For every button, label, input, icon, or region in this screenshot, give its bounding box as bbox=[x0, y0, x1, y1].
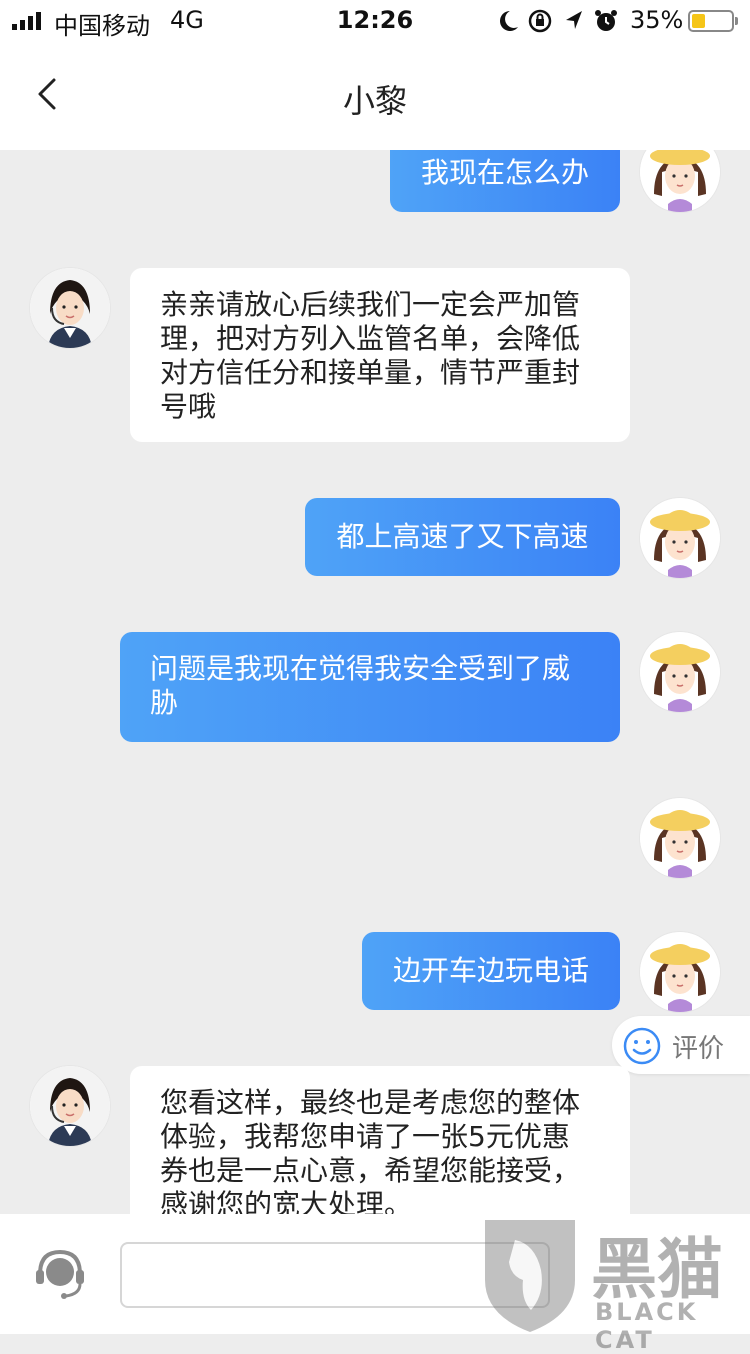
user-avatar-icon bbox=[640, 798, 720, 878]
user-avatar-art bbox=[640, 498, 720, 578]
page-title: 小黎 bbox=[342, 82, 407, 120]
customer-service-icon[interactable] bbox=[30, 1244, 90, 1304]
user-avatar-icon bbox=[640, 632, 720, 712]
blackcat-shield-logo bbox=[485, 1220, 575, 1332]
user-avatar[interactable] bbox=[640, 798, 720, 878]
user-avatar-art bbox=[640, 150, 720, 212]
user-avatar[interactable] bbox=[640, 932, 720, 1012]
user-avatar[interactable] bbox=[640, 150, 720, 212]
user-avatar-art bbox=[640, 932, 720, 1012]
alarm-icon bbox=[595, 10, 617, 31]
chat-header: 小黎 bbox=[0, 42, 750, 150]
user-avatar-art bbox=[640, 632, 720, 712]
agent-avatar-art bbox=[30, 1066, 110, 1146]
status-icons bbox=[500, 9, 617, 33]
smiley-icon bbox=[623, 1027, 661, 1065]
message-line: 号哦 bbox=[160, 390, 217, 423]
message-line: 胁 bbox=[150, 686, 179, 719]
user-avatar[interactable] bbox=[640, 498, 720, 578]
user-avatar-icon bbox=[640, 150, 720, 212]
message-line: 亲亲请放心后续我们一定会严加管 bbox=[160, 288, 581, 321]
user-avatar-icon bbox=[640, 932, 720, 1012]
message-line: 券也是一点心意，希望您能接受， bbox=[160, 1154, 581, 1187]
battery-icon bbox=[688, 10, 738, 32]
message-text: 都上高速了又下高速 bbox=[336, 520, 589, 553]
battery-fill bbox=[692, 14, 705, 28]
rotation-lock-icon bbox=[528, 9, 552, 33]
message-line: 对方信任分和接单量，情节严重封 bbox=[160, 356, 581, 389]
rate-button[interactable]: 评价 bbox=[612, 1016, 750, 1074]
user-avatar-art bbox=[640, 798, 720, 878]
agent-avatar[interactable] bbox=[30, 1066, 110, 1146]
user-avatar-icon bbox=[640, 498, 720, 578]
agent-avatar[interactable] bbox=[30, 268, 110, 348]
blackcat-watermark: 黑猫 BLACK CAT bbox=[475, 1210, 750, 1354]
agent-avatar-icon bbox=[30, 1066, 110, 1146]
message-bubble-incoming[interactable]: 亲亲请放心后续我们一定会严加管 理，把对方列入监管名单，会降低 对方信任分和接单… bbox=[130, 268, 630, 442]
agent-avatar-art bbox=[30, 268, 110, 348]
message-line: 体验，我帮您申请了一张5元优惠 bbox=[160, 1120, 570, 1153]
message-bubble-incoming[interactable]: 您看这样，最终也是考虑您的整体 体验，我帮您申请了一张5元优惠 券也是一点心意，… bbox=[130, 1066, 630, 1214]
watermark-en: BLACK CAT bbox=[595, 1298, 699, 1354]
message-bubble-outgoing[interactable]: 我现在怎么办 bbox=[390, 150, 620, 212]
message-line: 您看这样，最终也是考虑您的整体 bbox=[160, 1086, 581, 1119]
message-text: 我现在怎么办 bbox=[420, 156, 589, 189]
battery-percent: 35% bbox=[630, 6, 684, 34]
rate-label: 评价 bbox=[672, 1034, 725, 1064]
message-list[interactable]: 我现在怎么办 亲亲请放心后续我们一定会严加管 理，把对方列入监管名单，会降低 对… bbox=[0, 150, 750, 1214]
message-bubble-outgoing[interactable]: 边开车边玩电话 bbox=[362, 932, 620, 1010]
agent-avatar-icon bbox=[30, 268, 110, 348]
message-bubble-outgoing[interactable]: 都上高速了又下高速 bbox=[305, 498, 620, 576]
status-bar: 中国移动 4G 12:26 35% bbox=[0, 0, 750, 42]
user-avatar[interactable] bbox=[640, 632, 720, 712]
location-icon bbox=[566, 11, 582, 29]
message-bubble-outgoing[interactable]: 问题是我现在觉得我安全受到了威 胁 bbox=[120, 632, 620, 742]
message-text: 边开车边玩电话 bbox=[392, 954, 589, 987]
moon-icon bbox=[500, 11, 518, 32]
message-line: 理，把对方列入监管名单，会降低 bbox=[160, 322, 581, 355]
message-line: 问题是我现在觉得我安全受到了威 bbox=[150, 652, 571, 685]
